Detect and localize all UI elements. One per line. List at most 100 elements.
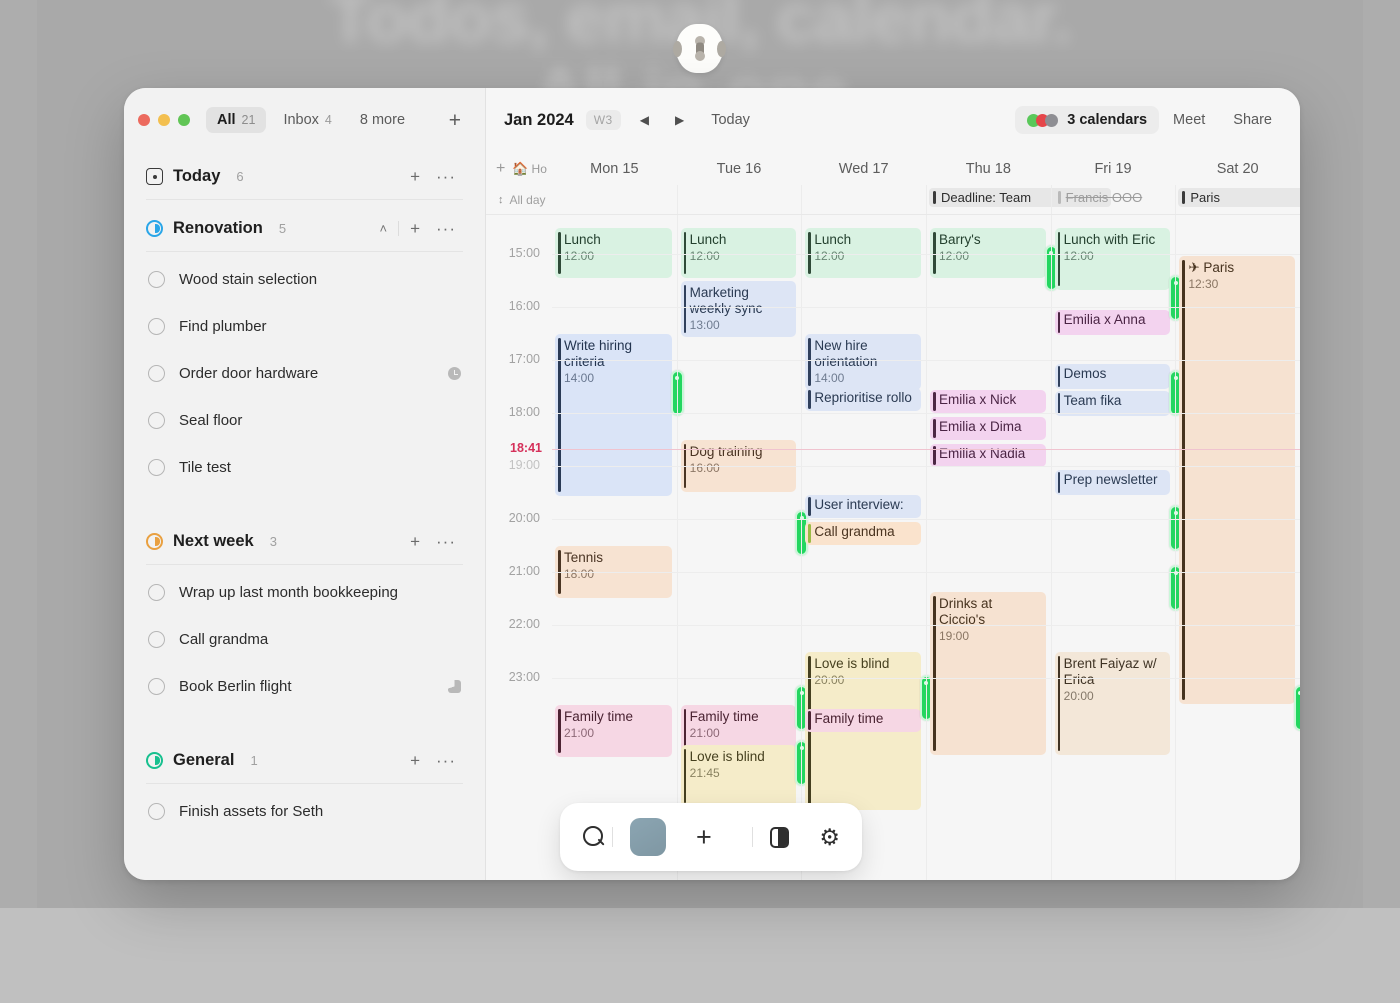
tab-inbox[interactable]: Inbox 4 [272, 107, 342, 133]
day-header-tue[interactable]: Tue 16 [677, 161, 802, 177]
day-column-thu[interactable]: Barry's 12:00 Emilia x Nick Emilia x Dima Em… [925, 215, 1058, 880]
zoom-window-button[interactable] [178, 114, 190, 126]
sidebar-panel-icon[interactable] [770, 826, 790, 848]
group-header-general[interactable]: General 1 + ··· [146, 736, 463, 784]
group-title-today: Today [173, 167, 221, 185]
calendar-event[interactable]: ✈ Paris 12:30 [1179, 256, 1295, 704]
task-checkbox[interactable] [148, 365, 165, 382]
task-checkbox[interactable] [148, 318, 165, 335]
group-more-button-today[interactable]: ··· [429, 166, 463, 187]
plus-icon[interactable]: + [696, 823, 712, 851]
calendar-event[interactable]: Family time [805, 709, 921, 732]
task-checkbox[interactable] [148, 459, 165, 476]
calendar-event[interactable]: New hire orientation 14:00 [805, 334, 921, 390]
add-calendar-icon[interactable]: + [496, 160, 505, 177]
all-day-cell[interactable]: Deadline: Team [925, 185, 1111, 214]
minimize-window-button[interactable] [158, 114, 170, 126]
group-header-today[interactable]: Today 6 + ··· [146, 152, 463, 200]
list-item[interactable]: Book Berlin flight [146, 663, 463, 710]
home-calendar-label[interactable]: 🏠 Ho [512, 161, 547, 177]
share-button[interactable]: Share [1219, 106, 1286, 134]
group-add-button-general[interactable]: + [403, 750, 427, 771]
list-item[interactable]: Order door hardware [146, 350, 463, 397]
list-item[interactable]: Finish assets for Seth [146, 788, 463, 835]
collapse-icon[interactable]: ↕ [498, 194, 504, 206]
day-header-wed[interactable]: Wed 17 [801, 161, 926, 177]
calendar-event[interactable]: Family time 21:00 [555, 705, 672, 757]
gear-icon[interactable]: ⚙ [819, 825, 840, 849]
today-target-icon [146, 168, 163, 185]
group-more-button-renovation[interactable]: ··· [429, 218, 463, 239]
day-column-fri[interactable]: Lunch with Eric 12:00 Emilia x Anna Demos Te… [1050, 215, 1183, 880]
day-column-tue[interactable]: Lunch 12:00 Marketing weekly sync 13:00 Dog … [676, 215, 809, 880]
list-item[interactable]: Find plumber [146, 303, 463, 350]
calendar-event[interactable]: User interview: [805, 495, 921, 518]
tab-all[interactable]: All 21 [206, 107, 267, 133]
calendar-event[interactable]: Love is blind 21:45 [680, 745, 797, 807]
task-checkbox[interactable] [148, 584, 165, 601]
calendar-event[interactable]: Barry's 12:00 [929, 228, 1046, 278]
calendar-event[interactable]: Lunch 12:00 [555, 228, 672, 278]
calendar-event[interactable]: Brent Faiyaz w/ Erica 20:00 [1054, 652, 1171, 755]
calendars-label: 3 calendars [1067, 112, 1148, 128]
chevron-left-icon[interactable]: ◀ [633, 109, 656, 131]
calendar-event[interactable]: Lunch 12:00 [805, 228, 921, 278]
meet-button[interactable]: Meet [1159, 106, 1219, 134]
day-header-mon[interactable]: Mon 15 [552, 161, 677, 177]
task-checkbox[interactable] [148, 412, 165, 429]
list-item[interactable]: Wrap up last month bookkeeping [146, 569, 463, 616]
day-header-sat[interactable]: Sat 20 [1175, 161, 1300, 177]
day-header-fri[interactable]: Fri 19 [1051, 161, 1176, 177]
calendar-event[interactable]: Prep newsletter [1054, 470, 1171, 495]
calendar-event[interactable]: Emilia x Nick [929, 390, 1046, 413]
day-column-mon[interactable]: Lunch 12:00 Write hiring criteria 14:00 Tenn… [552, 215, 684, 880]
calendar-event[interactable]: Lunch 12:00 [680, 228, 797, 278]
add-list-button[interactable]: + [443, 108, 467, 133]
list-item[interactable]: Call grandma [146, 616, 463, 663]
calendar-event[interactable]: Emilia x Dima [929, 417, 1046, 440]
group-add-button-today[interactable]: + [403, 166, 427, 187]
group-add-button-next-week[interactable]: + [403, 531, 427, 552]
calendar-event[interactable]: Reprioritise rollo [805, 388, 921, 411]
task-badge [448, 367, 461, 380]
group-header-next-week[interactable]: Next week 3 + ··· [146, 517, 463, 565]
group-header-renovation[interactable]: Renovation 5 ˄ + ··· [146, 204, 463, 252]
close-window-button[interactable] [138, 114, 150, 126]
calendar-event[interactable]: Demos [1054, 364, 1171, 389]
chevron-up-icon[interactable]: ˄ [372, 220, 394, 237]
all-day-cell[interactable] [676, 185, 802, 214]
group-more-button-general[interactable]: ··· [429, 750, 463, 771]
day-header-thu[interactable]: Thu 18 [926, 161, 1051, 177]
calendar-event[interactable]: Call grandma [805, 522, 921, 545]
calendars-selector[interactable]: 3 calendars [1015, 106, 1160, 134]
list-item[interactable]: Wood stain selection [146, 256, 463, 303]
list-item[interactable]: Seal floor [146, 397, 463, 444]
calendar-event[interactable]: Drinks at Ciccio's 19:00 [929, 592, 1046, 755]
calendar-event[interactable]: Write hiring criteria 14:00 [555, 334, 672, 496]
list-item[interactable]: Tile test [146, 444, 463, 491]
task-checkbox[interactable] [148, 271, 165, 288]
day-column-sat[interactable]: ✈ Paris 12:30 [1175, 215, 1300, 880]
all-day-cell[interactable] [801, 185, 926, 214]
tab-more[interactable]: 8 more [349, 107, 416, 133]
all-day-cell[interactable] [552, 185, 677, 214]
event-resize-handle[interactable] [1293, 685, 1300, 731]
chevron-right-icon[interactable]: ▶ [668, 109, 691, 131]
day-column-wed[interactable]: Lunch 12:00 New hire orientation 14:00 Repri… [801, 215, 933, 880]
calendar-event[interactable]: Lunch with Eric 12:00 [1054, 228, 1171, 290]
all-day-event-paris[interactable]: Paris [1178, 188, 1300, 207]
all-day-cell[interactable]: Paris [1175, 185, 1300, 214]
calendar-event[interactable]: Emilia x Anna [1054, 310, 1171, 335]
task-checkbox[interactable] [148, 678, 165, 695]
task-checkbox[interactable] [148, 803, 165, 820]
event-title: Tennis [564, 550, 604, 565]
all-day-cell[interactable]: Francis OOO [1050, 185, 1176, 214]
calendar-event[interactable]: Marketing weekly sync 13:00 [680, 281, 797, 337]
search-icon[interactable] [582, 825, 603, 849]
today-button[interactable]: Today [703, 108, 758, 132]
workspace-swatch[interactable] [630, 818, 666, 856]
group-add-button-renovation[interactable]: + [403, 218, 427, 239]
calendar-event[interactable]: Emilia x Nadia [929, 444, 1046, 467]
group-more-button-next-week[interactable]: ··· [429, 531, 463, 552]
task-checkbox[interactable] [148, 631, 165, 648]
